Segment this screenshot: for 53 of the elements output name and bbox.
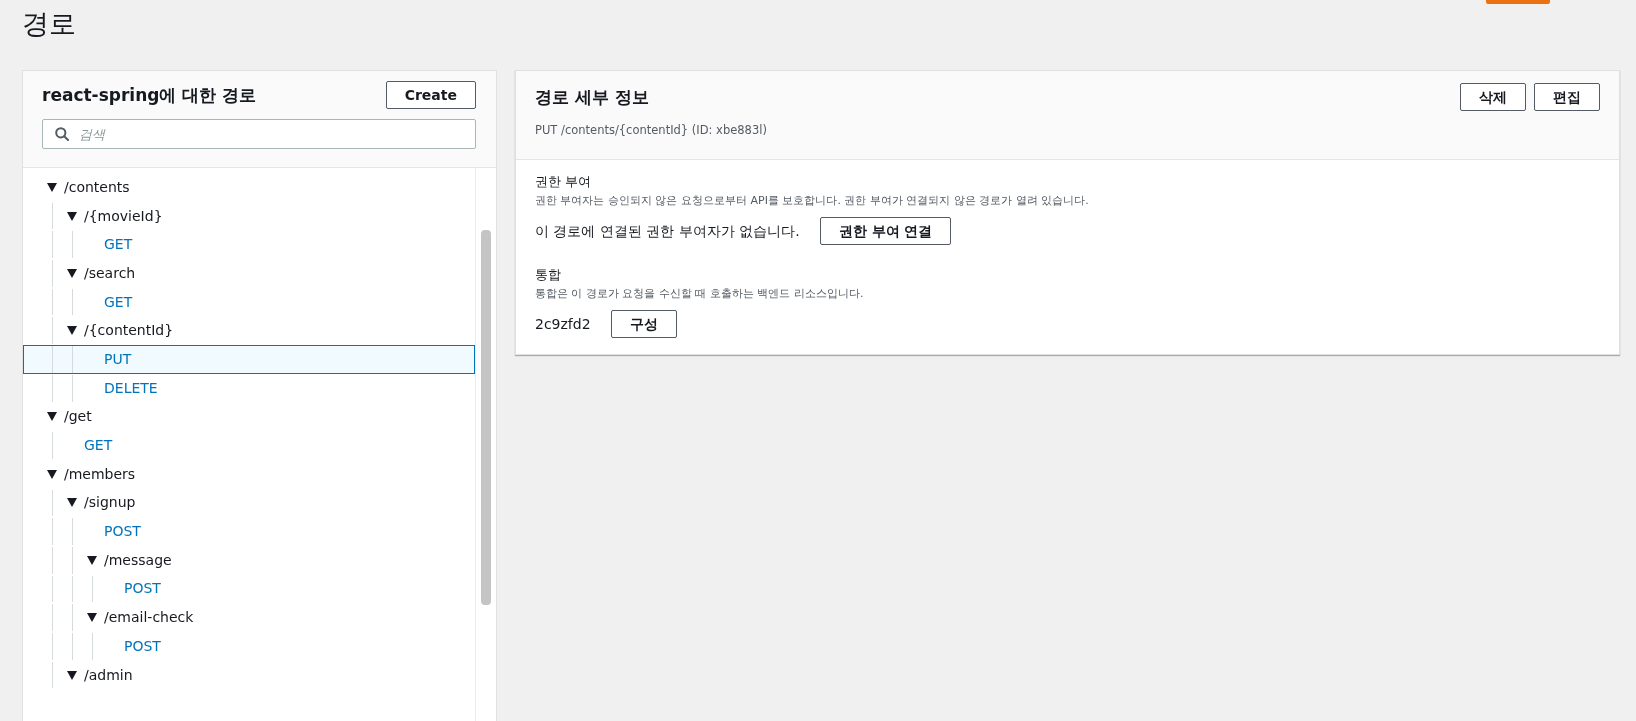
method-row[interactable]: POST: [23, 517, 475, 546]
action-button[interactable]: 편집: [1534, 83, 1600, 111]
section-description: 권한 부여자는 승인되지 않은 요청으로부터 API를 보호합니다. 권한 부여가 연결되지 않은 경로가 열려 있습니다.: [535, 192, 1090, 209]
method-link[interactable]: GET: [84, 435, 113, 457]
section-value: 2c9zfd2: [535, 314, 591, 334]
search-field[interactable]: 검색: [42, 119, 476, 149]
caret-down-icon[interactable]: [47, 182, 57, 192]
section-description: 통합은 이 경로가 요청을 수신할 때 호출하는 백엔드 리소스입니다.: [535, 285, 865, 302]
caret-down-icon[interactable]: [67, 211, 77, 221]
panel-title: react-spring에 대한 경로: [42, 84, 257, 106]
caret-down-icon[interactable]: [87, 613, 97, 623]
caret-down-icon[interactable]: [47, 469, 57, 479]
section-heading: 권한 부여: [535, 174, 593, 190]
resource-path[interactable]: /search: [84, 262, 136, 284]
caret-down-icon[interactable]: [87, 555, 97, 565]
create-button[interactable]: Create: [385, 81, 476, 109]
route-subtitle: PUT /contents/{contentId} (ID: xbe883l): [535, 122, 768, 139]
section-button[interactable]: 권한 부여 연결: [819, 217, 952, 246]
panel-title: 경로 세부 정보: [535, 86, 649, 108]
method-row[interactable]: GET: [23, 230, 475, 260]
resource-path[interactable]: /message: [104, 549, 172, 571]
scrollbar-thumb[interactable]: [481, 230, 491, 605]
method-row[interactable]: POST: [23, 632, 475, 661]
resource-path[interactable]: /signup: [84, 492, 136, 514]
method-link[interactable]: POST: [124, 578, 161, 600]
resource-path[interactable]: /contents: [64, 176, 130, 198]
resource-path[interactable]: /{contentId}: [84, 320, 174, 342]
action-button[interactable]: 삭제: [1460, 83, 1526, 111]
section-value: 이 경로에 연결된 권한 부여자가 없습니다.: [535, 221, 800, 241]
method-row[interactable]: PUT: [23, 345, 475, 374]
caret-down-icon[interactable]: [67, 326, 77, 336]
method-row[interactable]: DELETE: [23, 373, 475, 403]
method-link[interactable]: POST: [124, 635, 161, 657]
method-row[interactable]: GET: [23, 431, 475, 460]
resource-path[interactable]: /members: [64, 463, 136, 485]
resource-path[interactable]: /{movieId}: [84, 205, 163, 227]
method-row[interactable]: GET: [23, 287, 475, 317]
resource-path[interactable]: /email-check: [104, 607, 194, 629]
section-heading: 통합: [535, 267, 562, 283]
method-link[interactable]: PUT: [104, 348, 132, 370]
caret-down-icon[interactable]: [67, 670, 77, 680]
page-title: 경로: [22, 7, 76, 41]
resource-path[interactable]: /admin: [84, 664, 133, 686]
method-link[interactable]: GET: [104, 234, 133, 256]
caret-down-icon[interactable]: [47, 412, 57, 422]
caret-down-icon[interactable]: [67, 498, 77, 508]
method-link[interactable]: DELETE: [104, 377, 158, 399]
section-button[interactable]: 구성: [610, 310, 677, 339]
method-link[interactable]: POST: [104, 521, 141, 543]
method-row[interactable]: POST: [23, 574, 475, 604]
caret-down-icon[interactable]: [67, 268, 77, 278]
resource-path[interactable]: /get: [64, 406, 92, 428]
method-link[interactable]: GET: [104, 291, 133, 313]
